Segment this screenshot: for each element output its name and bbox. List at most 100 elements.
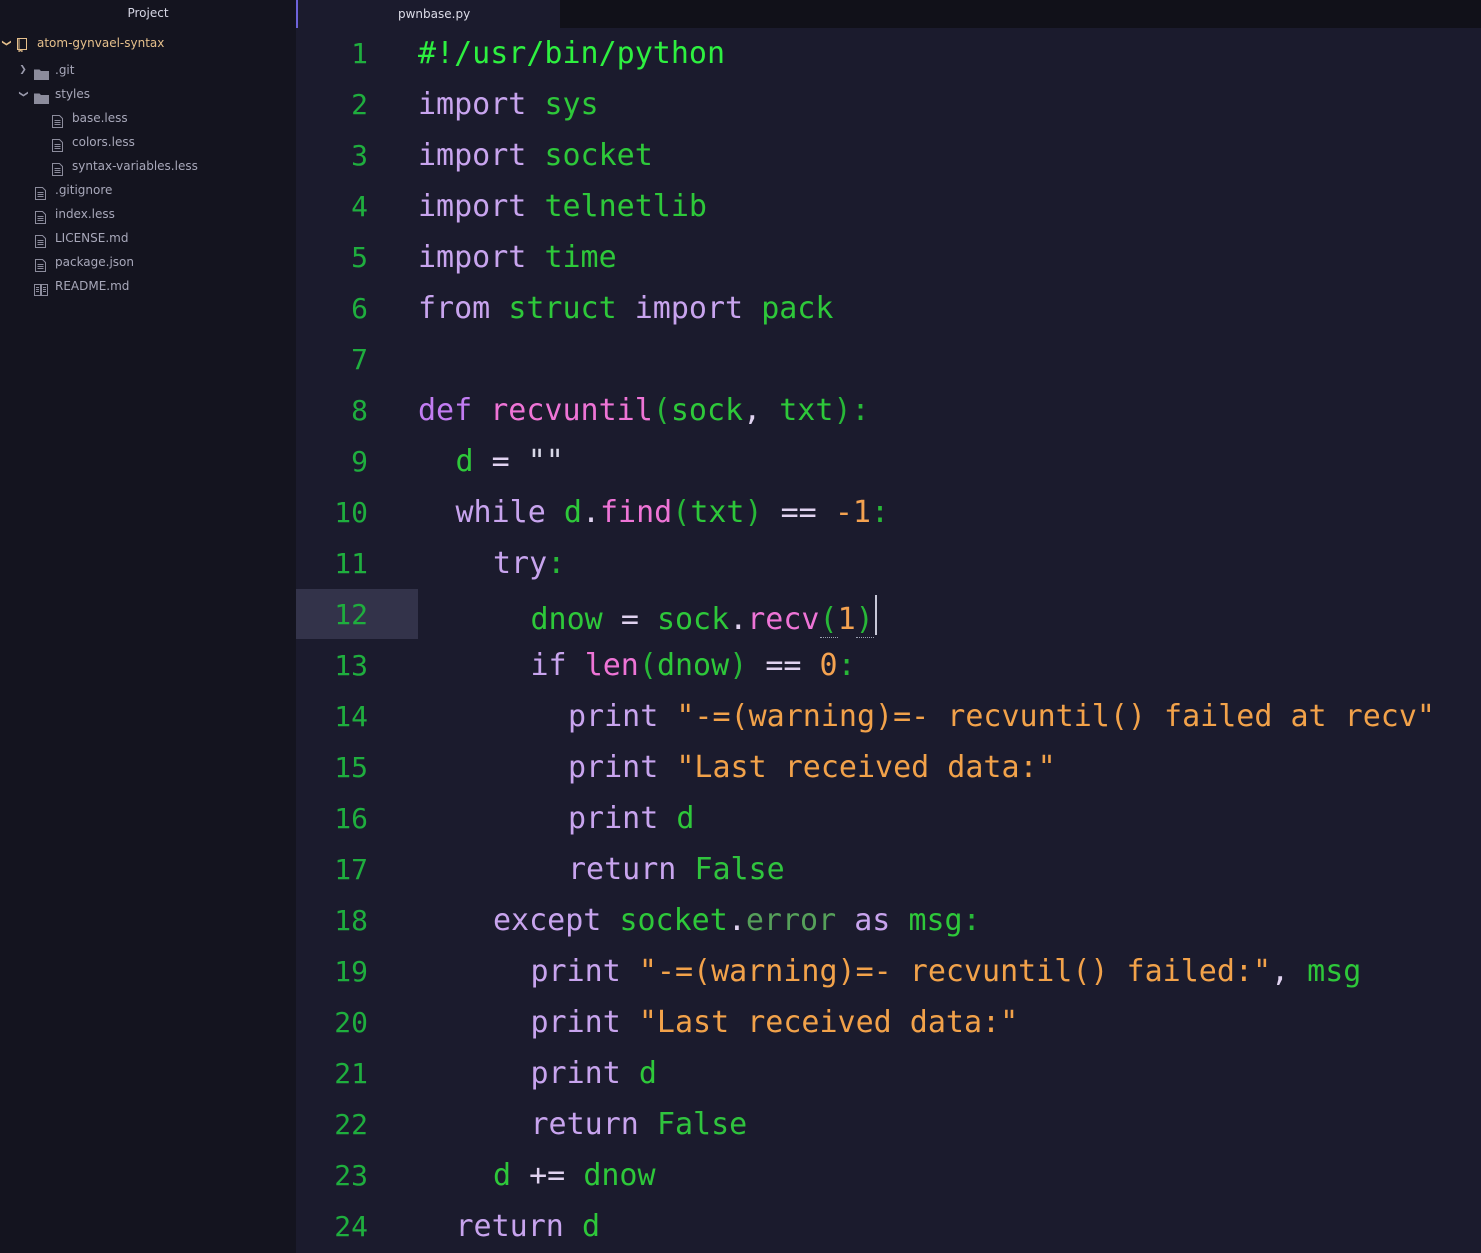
code-line[interactable]: import sys bbox=[418, 79, 599, 130]
line-number[interactable]: 11 bbox=[296, 538, 368, 589]
line-number[interactable]: 21 bbox=[296, 1048, 368, 1099]
line-number[interactable]: 12 bbox=[296, 589, 368, 640]
code-token: ): bbox=[833, 393, 870, 428]
text-editor[interactable]: pwnbase.py 1 2 3 4 5 6 7 8 9 10 11 12 13 14 15 16 17 18 19… bbox=[296, 0, 1481, 1253]
code-line[interactable]: print "Last received data:" bbox=[531, 997, 1019, 1048]
tree-view-title: Project bbox=[127, 6, 169, 20]
code-line[interactable]: #!/usr/bin/python bbox=[418, 28, 725, 79]
line-number[interactable]: 20 bbox=[296, 997, 368, 1048]
line-number[interactable]: 14 bbox=[296, 691, 368, 742]
code-token: print bbox=[530, 954, 621, 989]
code-line[interactable]: import time bbox=[418, 232, 617, 283]
code-token: txt bbox=[779, 393, 834, 428]
code-line[interactable]: try: bbox=[493, 538, 565, 589]
code-line[interactable]: return False bbox=[531, 1099, 748, 1150]
line-number[interactable]: 7 bbox=[296, 334, 368, 385]
line-number[interactable]: 17 bbox=[296, 844, 368, 895]
code-line[interactable]: d = "" bbox=[456, 436, 564, 487]
code-token: if bbox=[530, 648, 567, 683]
line-number[interactable]: 9 bbox=[296, 436, 368, 487]
line-number[interactable]: 23 bbox=[296, 1150, 368, 1201]
code-lines[interactable]: #!/usr/bin/python import sys import socket… bbox=[418, 28, 1481, 1253]
code-token: "-=(warning)=- recvuntil() failed at rec… bbox=[676, 699, 1435, 734]
code-line[interactable]: dnow = sock.recv(1) bbox=[531, 589, 877, 640]
code-token: . bbox=[581, 495, 600, 530]
book-icon bbox=[34, 280, 48, 304]
tree-root-label: atom-gynvael-syntax bbox=[37, 36, 165, 50]
file-icon bbox=[35, 184, 46, 208]
code-line[interactable]: if len(dnow) == 0: bbox=[531, 640, 856, 691]
code-token: recv bbox=[747, 602, 820, 637]
code-token: ( bbox=[819, 602, 838, 638]
chevron-right-icon[interactable]: ❯ bbox=[18, 58, 28, 82]
code-line[interactable]: import telnetlib bbox=[418, 181, 707, 232]
code-token: 1 bbox=[837, 602, 856, 637]
line-number-gutter[interactable]: 1 2 3 4 5 6 7 8 9 10 11 12 13 14 15 16 17 18 19 20 21 22 23 24 bbox=[296, 28, 418, 1253]
code-line[interactable]: def recvuntil(sock, txt): bbox=[418, 385, 870, 436]
tree-item-label: base.less bbox=[72, 111, 128, 125]
code-token: 0 bbox=[819, 648, 838, 683]
line-number[interactable]: 5 bbox=[296, 232, 368, 283]
code-token: dnow bbox=[530, 602, 603, 637]
line-number[interactable]: 10 bbox=[296, 487, 368, 538]
code-token: return bbox=[455, 1209, 564, 1244]
file-icon bbox=[52, 136, 63, 160]
code-token: "Last received data:" bbox=[676, 750, 1056, 785]
code-line[interactable]: print d bbox=[531, 1048, 657, 1099]
code-line[interactable]: print "-=(warning)=- recvuntil() failed … bbox=[568, 691, 1435, 742]
code-line[interactable]: return d bbox=[456, 1201, 601, 1252]
line-number[interactable]: 18 bbox=[296, 895, 368, 946]
code-token: pack bbox=[761, 291, 834, 326]
code-token: struct bbox=[508, 291, 617, 326]
code-line[interactable]: from struct import pack bbox=[418, 283, 833, 334]
line-number[interactable]: 13 bbox=[296, 640, 368, 691]
code-token: print bbox=[530, 1056, 621, 1091]
line-number[interactable]: 1 bbox=[296, 28, 368, 79]
code-token: == bbox=[765, 648, 802, 683]
code-line[interactable]: d += dnow bbox=[493, 1150, 656, 1201]
tab-pwnbase-py[interactable]: pwnbase.py bbox=[296, 0, 560, 28]
code-line[interactable]: print "-=(warning)=- recvuntil() failed:… bbox=[531, 946, 1362, 997]
code-line[interactable]: print d bbox=[568, 793, 694, 844]
tree-item-label: .git bbox=[55, 63, 75, 77]
text-cursor bbox=[874, 595, 877, 635]
line-number[interactable]: 19 bbox=[296, 946, 368, 997]
line-number[interactable]: 15 bbox=[296, 742, 368, 793]
code-token: print bbox=[568, 750, 659, 785]
code-line[interactable]: except socket.error as msg: bbox=[493, 895, 981, 946]
code-token: d bbox=[563, 495, 582, 530]
file-icon bbox=[52, 112, 63, 136]
line-number[interactable]: 16 bbox=[296, 793, 368, 844]
line-number[interactable]: 6 bbox=[296, 283, 368, 334]
line-number[interactable]: 24 bbox=[296, 1201, 368, 1252]
tree-item-label: index.less bbox=[55, 207, 115, 221]
code-line[interactable]: return False bbox=[568, 844, 785, 895]
code-line[interactable]: import socket bbox=[418, 130, 653, 181]
code-token: return bbox=[568, 852, 677, 887]
code-token: try bbox=[493, 546, 548, 581]
code-token: ( bbox=[638, 648, 657, 683]
tree-view[interactable]: Project ❯ atom-gynvael-syntax ❯ .git ❯ styles… bbox=[0, 0, 296, 1253]
line-number[interactable]: 22 bbox=[296, 1099, 368, 1150]
line-number[interactable]: 3 bbox=[296, 130, 368, 181]
code-line[interactable]: while d.find(txt) == -1: bbox=[456, 487, 890, 538]
code-line[interactable]: print "Last received data:" bbox=[568, 742, 1056, 793]
code-token: d bbox=[638, 1056, 657, 1091]
code-token: . bbox=[727, 903, 746, 938]
line-number[interactable]: 4 bbox=[296, 181, 368, 232]
file-icon bbox=[35, 256, 46, 280]
chevron-down-icon[interactable]: ❯ bbox=[11, 89, 35, 99]
tab-title: pwnbase.py bbox=[398, 7, 471, 21]
line-number[interactable]: 8 bbox=[296, 385, 368, 436]
code-token: d bbox=[581, 1209, 600, 1244]
line-number[interactable]: 2 bbox=[296, 79, 368, 130]
